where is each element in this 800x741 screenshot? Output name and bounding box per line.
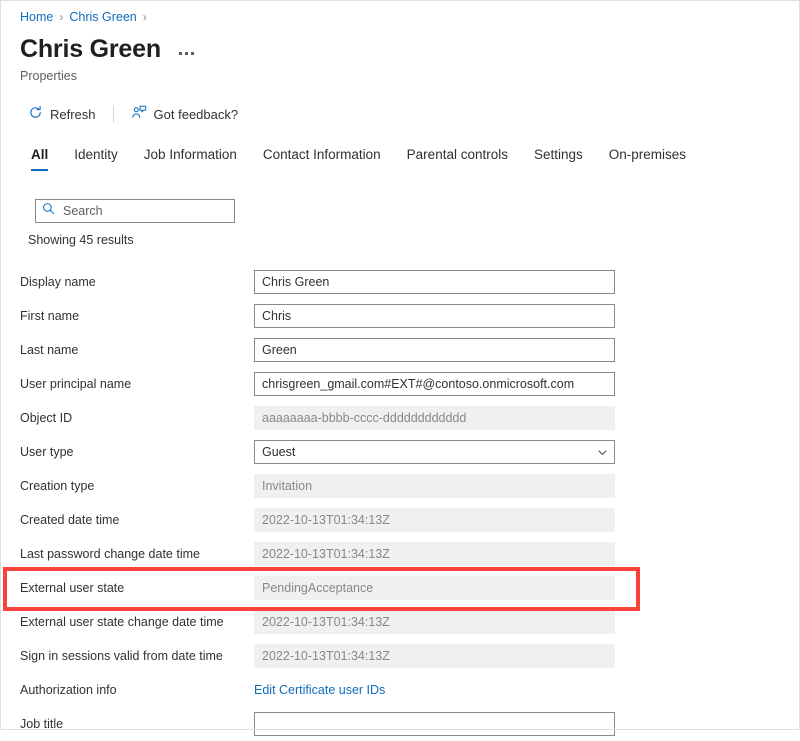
chevron-down-icon bbox=[596, 446, 609, 459]
breadcrumb-separator-icon: › bbox=[59, 10, 64, 24]
property-value-external-user-state: PendingAcceptance bbox=[254, 576, 615, 600]
more-options-icon[interactable] bbox=[177, 46, 196, 57]
property-row-external-user-state-change-date-time: External user state change date time 2022… bbox=[0, 605, 800, 639]
refresh-button[interactable]: Refresh bbox=[20, 101, 104, 127]
tab-all[interactable]: All bbox=[18, 145, 61, 171]
got-feedback-button[interactable]: Got feedback? bbox=[123, 101, 247, 127]
command-bar-divider bbox=[112, 105, 114, 123]
search-box[interactable] bbox=[35, 199, 235, 223]
tab-on-premises[interactable]: On-premises bbox=[596, 145, 699, 171]
page-header: Chris Green bbox=[20, 35, 196, 64]
refresh-icon bbox=[28, 105, 43, 123]
property-value-creation-type: Invitation bbox=[254, 474, 615, 498]
property-row-display-name: Display name bbox=[0, 265, 800, 299]
tab-parental-controls[interactable]: Parental controls bbox=[394, 145, 521, 171]
properties-form: Display name First name Last name User prin… bbox=[0, 265, 800, 741]
property-row-sign-in-sessions-valid-from-date-time: Sign in sessions valid from date time 202… bbox=[0, 639, 800, 673]
property-label-last-password-change-date-time: Last password change date time bbox=[20, 547, 200, 561]
command-bar: Refresh Got feedback? bbox=[20, 100, 246, 128]
property-label-last-name: Last name bbox=[20, 343, 79, 357]
property-label-job-title: Job title bbox=[20, 717, 64, 731]
tab-settings[interactable]: Settings bbox=[521, 145, 596, 171]
dot bbox=[184, 52, 188, 55]
link-edit-certificate-user-ids[interactable]: Edit Certificate user IDs bbox=[254, 678, 385, 702]
readonly-field-created-date-time: 2022-10-13T01:34:13Z bbox=[254, 508, 615, 532]
property-label-created-date-time: Created date time bbox=[20, 513, 120, 527]
property-value-first-name bbox=[254, 304, 615, 328]
property-value-user-principal-name bbox=[254, 372, 615, 396]
feedback-person-icon bbox=[131, 105, 147, 123]
property-row-authorization-info: Authorization info Edit Certificate user … bbox=[0, 673, 800, 707]
property-label-sign-in-sessions-valid-from-date-time: Sign in sessions valid from date time bbox=[20, 649, 223, 663]
got-feedback-label: Got feedback? bbox=[153, 106, 239, 122]
property-row-creation-type: Creation type Invitation bbox=[0, 469, 800, 503]
property-label-authorization-info: Authorization info bbox=[20, 683, 117, 697]
readonly-field-creation-type: Invitation bbox=[254, 474, 615, 498]
readonly-field-external-user-state-change-date-time: 2022-10-13T01:34:13Z bbox=[254, 610, 615, 634]
property-row-first-name: First name bbox=[0, 299, 800, 333]
property-row-external-user-state: External user state PendingAcceptance bbox=[0, 571, 800, 605]
property-label-user-principal-name: User principal name bbox=[20, 377, 132, 391]
property-label-display-name: Display name bbox=[20, 275, 96, 289]
property-value-authorization-info: Edit Certificate user IDs bbox=[254, 678, 615, 702]
page-subtitle: Properties bbox=[20, 69, 77, 83]
search-input[interactable] bbox=[63, 204, 228, 218]
property-label-creation-type: Creation type bbox=[20, 479, 95, 493]
property-label-first-name: First name bbox=[20, 309, 80, 323]
input-display-name[interactable] bbox=[254, 270, 615, 294]
readonly-field-external-user-state: PendingAcceptance bbox=[254, 576, 615, 600]
tab-identity[interactable]: Identity bbox=[61, 145, 131, 171]
readonly-field-object-id: aaaaaaaa-bbbb-cccc-dddddddddddd bbox=[254, 406, 615, 430]
tab-contact-information[interactable]: Contact Information bbox=[250, 145, 394, 171]
property-value-external-user-state-change-date-time: 2022-10-13T01:34:13Z bbox=[254, 610, 615, 634]
property-label-user-type: User type bbox=[20, 445, 74, 459]
property-row-user-type: User type Guest bbox=[0, 435, 800, 469]
dot bbox=[178, 52, 182, 55]
page-title: Chris Green bbox=[20, 35, 161, 63]
select-value-user-type: Guest bbox=[262, 445, 296, 459]
property-label-external-user-state: External user state bbox=[20, 581, 125, 595]
readonly-field-sign-in-sessions-valid-from-date-time: 2022-10-13T01:34:13Z bbox=[254, 644, 615, 668]
property-label-object-id: Object ID bbox=[20, 411, 73, 425]
results-count: Showing 45 results bbox=[28, 233, 134, 247]
breadcrumb-separator-icon: › bbox=[142, 10, 147, 24]
input-user-principal-name[interactable] bbox=[254, 372, 615, 396]
property-row-user-principal-name: User principal name bbox=[0, 367, 800, 401]
property-value-user-type: Guest bbox=[254, 440, 615, 464]
tab-bar: All Identity Job Information Contact Inf… bbox=[18, 145, 699, 171]
breadcrumb: Home › Chris Green › bbox=[20, 10, 147, 24]
readonly-field-last-password-change-date-time: 2022-10-13T01:34:13Z bbox=[254, 542, 615, 566]
property-value-display-name bbox=[254, 270, 615, 294]
property-value-last-name bbox=[254, 338, 615, 362]
input-job-title[interactable] bbox=[254, 712, 615, 736]
property-value-object-id: aaaaaaaa-bbbb-cccc-dddddddddddd bbox=[254, 406, 615, 430]
property-label-external-user-state-change-date-time: External user state change date time bbox=[20, 615, 224, 629]
input-last-name[interactable] bbox=[254, 338, 615, 362]
property-value-created-date-time: 2022-10-13T01:34:13Z bbox=[254, 508, 615, 532]
select-user-type[interactable]: Guest bbox=[254, 440, 615, 464]
property-row-job-title: Job title bbox=[0, 707, 800, 741]
tab-job-information[interactable]: Job Information bbox=[131, 145, 250, 171]
search-icon bbox=[42, 202, 55, 220]
refresh-label: Refresh bbox=[50, 106, 96, 122]
property-row-object-id: Object ID aaaaaaaa-bbbb-cccc-dddddddddddd bbox=[0, 401, 800, 435]
property-value-sign-in-sessions-valid-from-date-time: 2022-10-13T01:34:13Z bbox=[254, 644, 615, 668]
dot bbox=[190, 52, 194, 55]
property-row-last-name: Last name bbox=[0, 333, 800, 367]
property-value-last-password-change-date-time: 2022-10-13T01:34:13Z bbox=[254, 542, 615, 566]
property-row-created-date-time: Created date time 2022-10-13T01:34:13Z bbox=[0, 503, 800, 537]
breadcrumb-item-home[interactable]: Home bbox=[20, 10, 53, 24]
input-first-name[interactable] bbox=[254, 304, 615, 328]
breadcrumb-item-chris-green[interactable]: Chris Green bbox=[69, 10, 136, 24]
property-value-job-title bbox=[254, 712, 615, 736]
property-row-last-password-change-date-time: Last password change date time 2022-10-13… bbox=[0, 537, 800, 571]
